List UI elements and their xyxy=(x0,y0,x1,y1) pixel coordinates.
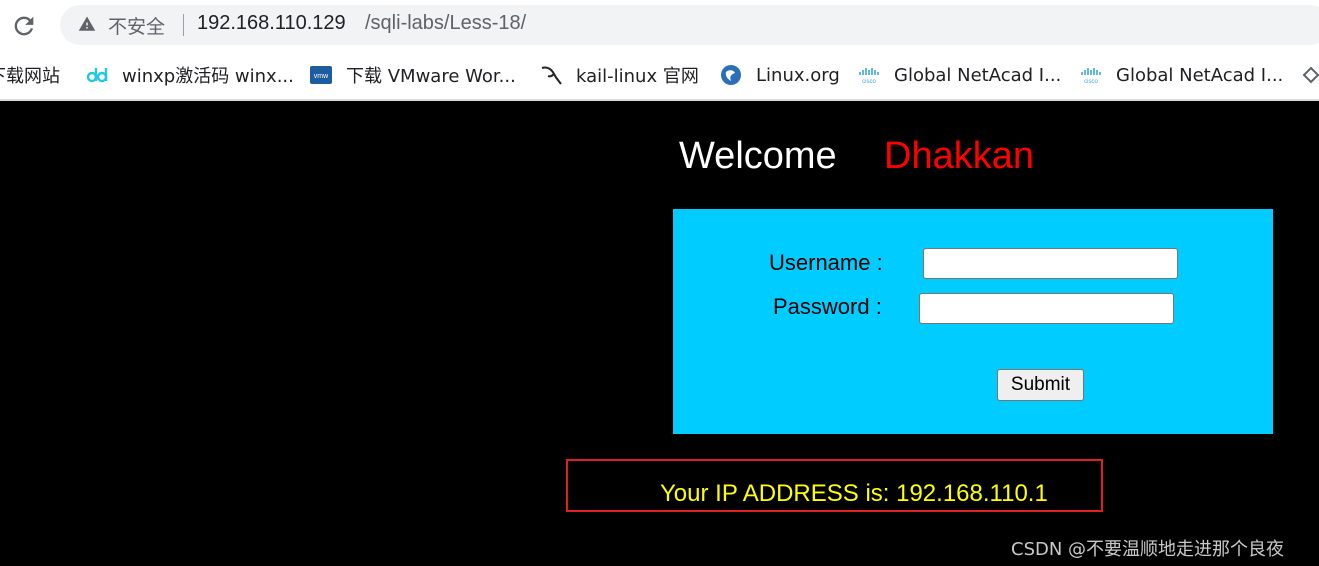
kali-dragon-icon xyxy=(541,66,562,85)
bookmark-label: winxp激活码 winx... xyxy=(122,66,294,87)
bookmark-label: 下载网站 xyxy=(0,66,60,87)
bookmark-item[interactable]: cisco Global NetAcad I... xyxy=(858,62,1061,88)
svg-text:cisco: cisco xyxy=(862,79,876,85)
toolbar-divider xyxy=(0,99,1319,101)
username-input[interactable] xyxy=(923,248,1178,279)
bookmark-item[interactable]: cisco Global NetAcad I... xyxy=(1080,62,1283,88)
bookmark-label: Global NetAcad I... xyxy=(1116,64,1284,86)
address-separator xyxy=(183,14,184,36)
browser-chrome: 不安全 192.168.110.129 /sqli-labs/Less-18/ … xyxy=(0,0,1319,101)
bookmark-item[interactable]: vmw 下载 VMware Wor... xyxy=(310,62,516,88)
bookmark-item[interactable]: Linux.org xyxy=(720,62,840,88)
cisco-icon: cisco xyxy=(859,68,879,85)
password-input[interactable] xyxy=(919,293,1174,324)
bookmark-item[interactable] xyxy=(1300,62,1319,88)
bookmark-item[interactable]: winxp激活码 winx... xyxy=(86,62,294,88)
csdn-watermark: CSDN @不要温顺地走进那个良夜 xyxy=(1011,539,1285,560)
svg-text:vmw: vmw xyxy=(314,73,329,80)
bookmark-item[interactable]: kail-linux 官网 xyxy=(540,62,699,88)
warning-icon[interactable] xyxy=(78,15,96,33)
cisco-icon: cisco xyxy=(1081,68,1101,85)
bookmark-label: kail-linux 官网 xyxy=(576,66,699,87)
vmware-icon: vmw xyxy=(310,66,332,84)
welcome-heading: Welcome xyxy=(679,135,837,177)
bookmark-label: Linux.org xyxy=(756,64,840,86)
linux-org-icon xyxy=(721,65,741,85)
login-form: Username : Password : Submit xyxy=(673,209,1273,434)
security-label[interactable]: 不安全 xyxy=(108,12,165,39)
url-host[interactable]: 192.168.110.129 xyxy=(197,12,346,35)
password-label: Password : xyxy=(773,294,882,319)
svg-text:cisco: cisco xyxy=(1084,79,1098,85)
bookmark-item[interactable]: 下载网站 xyxy=(0,62,60,88)
dd-logo-icon xyxy=(86,68,108,83)
reload-icon[interactable] xyxy=(10,12,38,40)
submit-button[interactable]: Submit xyxy=(997,369,1084,401)
bookmark-page-icon xyxy=(1302,66,1319,84)
bookmark-label: 下载 VMware Wor... xyxy=(346,66,516,87)
username-label: Username : xyxy=(769,250,883,275)
bookmark-label: Global NetAcad I... xyxy=(894,64,1062,86)
bookmarks-bar: 下载网站 winxp激活码 winx... vmw 下载 VMware Wor.… xyxy=(0,54,1319,98)
welcome-name: Dhakkan xyxy=(884,135,1034,177)
ip-address-message: Your IP ADDRESS is: 192.168.110.1 xyxy=(660,480,1048,507)
url-path[interactable]: /sqli-labs/Less-18/ xyxy=(365,12,526,35)
